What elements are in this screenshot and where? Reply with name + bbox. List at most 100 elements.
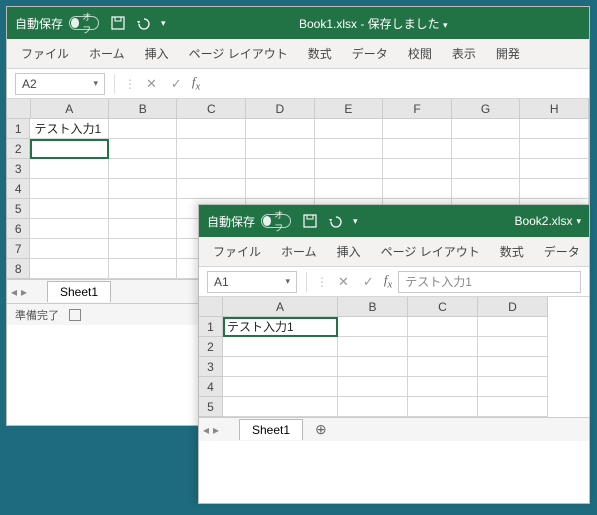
cell[interactable] [223,397,338,417]
tab-home[interactable]: ホーム [79,39,135,68]
cell[interactable] [30,199,108,219]
autosave-control[interactable]: 自動保存 オフ [207,213,291,230]
macro-record-icon[interactable] [69,309,81,321]
cell[interactable] [315,159,384,179]
chevron-down-icon[interactable]: ▾ [285,276,290,287]
name-box[interactable]: A2▾ [15,73,105,95]
col-header[interactable]: E [315,99,384,119]
sheet-nav-prev-icon[interactable]: ◂ [203,423,209,437]
tab-file[interactable]: ファイル [11,39,79,68]
sheet-tab[interactable]: Sheet1 [239,419,303,440]
select-all-corner[interactable] [7,99,31,119]
row-header[interactable]: 2 [7,139,30,159]
cell[interactable] [246,139,315,159]
cell[interactable] [452,159,521,179]
cell[interactable] [383,139,452,159]
cancel-icon[interactable]: ✕ [334,274,353,290]
cell[interactable] [338,377,408,397]
cell[interactable] [30,159,108,179]
cell[interactable] [177,119,246,139]
row-header[interactable]: 4 [7,179,30,199]
cell[interactable] [520,119,589,139]
row-header[interactable]: 5 [7,199,30,219]
cell[interactable] [109,239,178,259]
cell[interactable] [383,119,452,139]
tab-page-layout[interactable]: ページ レイアウト [371,237,490,266]
formula-input[interactable]: テスト入力1 [398,271,581,293]
tab-formulas[interactable]: 数式 [490,237,534,266]
cell[interactable] [520,179,589,199]
col-header[interactable]: A [31,99,109,119]
undo-icon[interactable] [135,16,151,30]
cell[interactable] [408,377,478,397]
undo-icon[interactable] [327,214,343,228]
cell[interactable] [223,337,338,357]
col-header[interactable]: B [109,99,178,119]
cell[interactable] [408,397,478,417]
cell[interactable] [452,179,521,199]
cell[interactable] [246,159,315,179]
chevron-down-icon[interactable]: ▾ [93,78,98,89]
cell[interactable] [408,337,478,357]
formula-input[interactable] [206,73,581,95]
cell[interactable] [246,179,315,199]
cell[interactable] [338,397,408,417]
tab-formulas[interactable]: 数式 [298,39,342,68]
cell[interactable] [109,259,178,279]
cell[interactable] [520,159,589,179]
sheet-nav-prev-icon[interactable]: ◂ [11,285,17,299]
cell[interactable] [30,179,108,199]
col-header[interactable]: C [177,99,246,119]
fx-icon[interactable]: fx [192,74,200,93]
col-header[interactable]: H [520,99,589,119]
col-header[interactable]: F [383,99,452,119]
cell[interactable] [315,179,384,199]
row-header[interactable]: 3 [7,159,30,179]
cell[interactable] [520,139,589,159]
tab-file[interactable]: ファイル [203,237,271,266]
cell[interactable] [383,159,452,179]
tab-data[interactable]: データ [534,237,590,266]
cell[interactable] [478,397,548,417]
col-header[interactable]: A [223,297,338,317]
select-all-corner[interactable] [199,297,223,317]
cell[interactable] [408,317,478,337]
autosave-control[interactable]: 自動保存 オフ [15,15,99,32]
cell[interactable] [408,357,478,377]
tab-home[interactable]: ホーム [271,237,327,266]
cell[interactable] [223,357,338,377]
tab-review[interactable]: 校閲 [398,39,442,68]
tab-review[interactable]: 校 [590,237,597,266]
cell[interactable] [452,119,521,139]
cell[interactable] [478,317,548,337]
cell[interactable] [30,219,108,239]
row-header[interactable]: 6 [7,219,30,239]
col-header[interactable]: D [478,297,548,317]
tab-view[interactable]: 表示 [442,39,486,68]
qat-dropdown-icon[interactable]: ▾ [353,216,358,227]
row-header[interactable]: 8 [7,259,30,279]
cell[interactable] [452,139,521,159]
col-header[interactable]: B [338,297,408,317]
fx-icon[interactable]: fx [384,272,392,291]
cell[interactable] [109,199,178,219]
cell[interactable] [315,139,384,159]
row-header[interactable]: 2 [199,337,223,357]
add-sheet-icon[interactable]: ⊕ [309,421,333,438]
cell[interactable] [30,139,108,159]
autosave-toggle[interactable]: オフ [261,214,291,228]
tab-insert[interactable]: 挿入 [135,39,179,68]
name-box[interactable]: A1▾ [207,271,297,293]
col-header[interactable]: D [246,99,315,119]
cell[interactable] [338,337,408,357]
confirm-icon[interactable]: ✓ [359,274,378,290]
cell[interactable] [338,317,408,337]
tab-data[interactable]: データ [342,39,398,68]
row-header[interactable]: 5 [199,397,223,417]
cell[interactable] [383,179,452,199]
cell[interactable] [478,337,548,357]
cell[interactable] [109,219,178,239]
row-header[interactable]: 1 [7,119,30,139]
tab-insert[interactable]: 挿入 [327,237,371,266]
cell[interactable]: テスト入力1 [223,317,338,337]
